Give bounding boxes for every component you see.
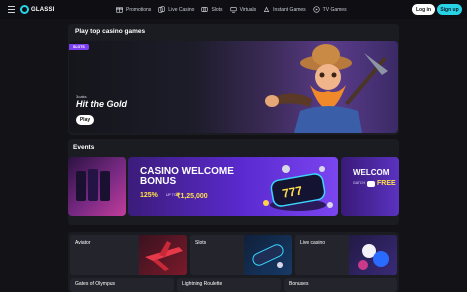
section-title: Events [73, 144, 95, 151]
category-badge: SLOTS [69, 44, 89, 50]
section-title: Play top casino games [75, 28, 146, 35]
category-label: Bonuses [289, 281, 309, 287]
category-lightning-roulette[interactable]: Lightning Roulette [177, 278, 281, 292]
slot-machine-art: 777 [263, 165, 333, 211]
logo-text: GLASSI [31, 6, 55, 13]
airplane-art [139, 235, 187, 275]
tv-icon [313, 6, 320, 13]
category-aviator[interactable]: Aviator [70, 235, 187, 275]
event-card[interactable]: WELCOM GATCH FREE [341, 157, 399, 216]
cards-icon [158, 6, 165, 13]
category-label: Gates of Olympus [75, 281, 116, 287]
play-button[interactable]: Play [76, 115, 94, 125]
bonus-amount: ₹1,25,000 [176, 193, 208, 200]
category-bonuses[interactable]: Bonuses [284, 278, 397, 292]
nav-label: Instant Games [273, 6, 306, 13]
event-arrow-button[interactable] [367, 181, 375, 187]
category-gates-of-olympus[interactable]: Gates of Olympus [70, 278, 174, 292]
category-label: Slots [195, 240, 207, 246]
nav-instant-games[interactable]: Instant Games [263, 6, 306, 13]
signup-button[interactable]: Sign up [437, 4, 462, 15]
category-label: Lightning Roulette [182, 281, 223, 287]
casino-chips-art [349, 235, 397, 275]
event-card[interactable] [68, 157, 126, 216]
hero-banner[interactable]: SLOTS 3oaks Hit the Gold Play [69, 41, 398, 133]
gold-miner-illustration [265, 44, 388, 133]
category-live-casino[interactable]: Live casino [295, 235, 397, 275]
nav-promotions[interactable]: Promotions [116, 6, 151, 13]
gift-icon [116, 7, 123, 13]
nav-label: Live Casino [168, 6, 195, 13]
rocket-icon [263, 6, 270, 12]
bonus-up-to: UP TO [166, 193, 177, 197]
nav-label: Slots [211, 6, 223, 13]
bonus-headline-line2: BONUS [140, 176, 177, 187]
slot-icon [201, 7, 209, 12]
top-bar: GLASSI Promotions Live Casino Slots Virt… [0, 0, 467, 19]
nav-virtuals[interactable]: Virtuals [229, 6, 257, 13]
category-label: Aviator [75, 240, 91, 246]
bonus-headline: CASINO WELCOME BONUS [140, 167, 234, 187]
hamburger-menu-icon[interactable] [8, 6, 15, 13]
virtual-icon [229, 7, 237, 13]
nav-label: Virtuals [239, 6, 257, 13]
nav-live-casino[interactable]: Live Casino [158, 6, 194, 13]
nav-label: Promotions [126, 6, 152, 13]
nav-slots[interactable]: Slots [201, 6, 223, 13]
event-headline: WELCOM [353, 168, 390, 177]
main-nav: Promotions Live Casino Slots Virtuals In… [116, 0, 347, 19]
nav-tv-games[interactable]: TV Games [313, 6, 347, 13]
bonus-percent: 125% [140, 192, 158, 199]
slot-reel-art [244, 235, 292, 275]
logo[interactable]: GLASSI [20, 4, 55, 15]
game-title: Hit the Gold [76, 99, 127, 109]
welcome-bonus-card[interactable]: CASINO WELCOME BONUS 125% UP TO ₹1,25,00… [128, 157, 338, 216]
slot-reels-art [76, 169, 110, 201]
login-button[interactable]: Log in [412, 4, 435, 15]
event-free: FREE [377, 180, 396, 187]
category-slots[interactable]: Slots [190, 235, 292, 275]
event-sub: GATCH [353, 181, 365, 185]
logo-icon [20, 5, 29, 14]
nav-label: TV Games [322, 6, 347, 13]
category-label: Live casino [300, 240, 326, 246]
